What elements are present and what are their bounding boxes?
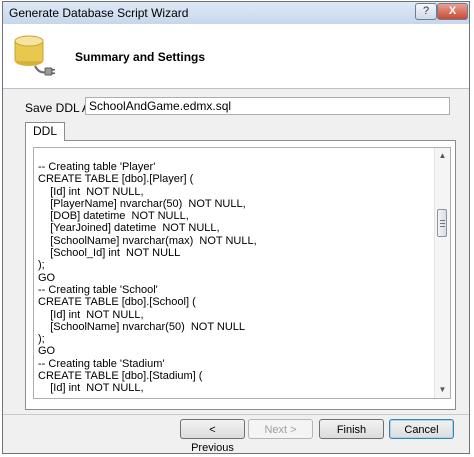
script-line: -- Creating table 'Player' (38, 161, 156, 173)
grip-icon (440, 226, 445, 227)
script-line: [SchoolName] nvarchar(max) NOT NULL, (38, 234, 257, 247)
grip-icon (440, 220, 445, 221)
script-line: ); (38, 333, 45, 346)
ddl-script-box[interactable]: -- Creating table 'Player' CREATE TABLE [… (33, 147, 451, 399)
script-line: [School_Id] int NOT NULL (38, 247, 181, 260)
script-line: GO (38, 271, 56, 284)
close-button[interactable]: X (437, 3, 468, 20)
help-button[interactable]: ? (415, 3, 437, 20)
wizard-body: Save DDL As: DDL -- Creating table 'Play… (3, 89, 469, 454)
script-line: GO (38, 345, 56, 358)
script-line: [Id] int NOT NULL, (38, 382, 144, 395)
title-bar[interactable]: Generate Database Script Wizard ? X (3, 2, 469, 24)
script-line: CREATE TABLE [dbo].[School] ( (38, 296, 196, 309)
script-line: ); (38, 259, 45, 272)
page-title: Summary and Settings (75, 50, 206, 64)
script-line: [Id] int NOT NULL, (38, 308, 144, 321)
vertical-scrollbar[interactable]: ▲ ▼ (434, 148, 450, 398)
cancel-button[interactable]: Cancel (389, 419, 454, 439)
footer-divider (3, 414, 469, 415)
finish-button[interactable]: Finish (319, 419, 384, 439)
ddl-script-text: -- Creating table 'Player' CREATE TABLE [… (38, 161, 434, 395)
database-plug-icon (11, 30, 57, 85)
script-line: -- Creating table 'Stadium' (38, 357, 165, 370)
scroll-thumb[interactable] (437, 209, 447, 237)
script-line: [SchoolName] nvarchar(50) NOT NULL (38, 320, 246, 333)
scroll-up-icon[interactable]: ▲ (435, 148, 450, 164)
wizard-window: Generate Database Script Wizard ? X Summ… (2, 1, 470, 454)
script-line: [Id] int NOT NULL, (38, 185, 144, 198)
ddl-tab-panel: -- Creating table 'Player' CREATE TABLE [… (25, 140, 456, 410)
script-line: -- Creating table 'School' (38, 283, 158, 296)
script-line: CREATE TABLE [dbo].[Player] ( (38, 173, 194, 186)
grip-icon (440, 223, 445, 224)
scroll-down-icon[interactable]: ▼ (435, 382, 450, 398)
window-title: Generate Database Script Wizard (9, 6, 189, 20)
tab-ddl[interactable]: DDL (25, 122, 65, 141)
previous-button[interactable]: < Previous (180, 419, 245, 454)
next-button[interactable]: Next > (248, 419, 313, 439)
script-line: [DOB] datetime NOT NULL, (38, 210, 189, 223)
script-line: [YearJoined] datetime NOT NULL, (38, 222, 220, 235)
save-ddl-field[interactable] (85, 97, 450, 115)
script-line: CREATE TABLE [dbo].[Stadium] ( (38, 370, 203, 383)
wizard-header: Summary and Settings (3, 24, 469, 89)
script-line: [PlayerName] nvarchar(50) NOT NULL, (38, 197, 246, 210)
